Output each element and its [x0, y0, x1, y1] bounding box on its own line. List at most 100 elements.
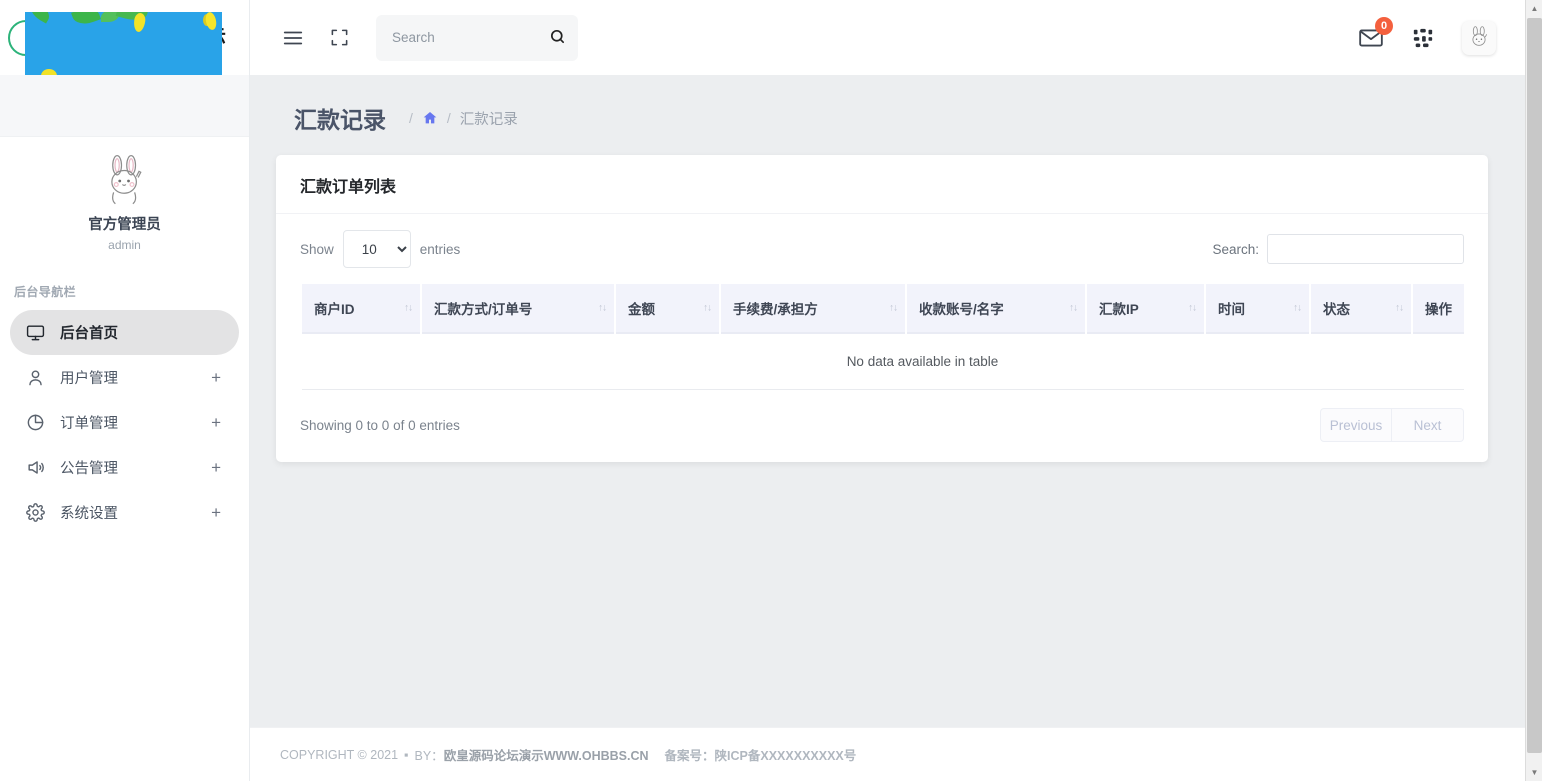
- column-header-remit-method-order-no[interactable]: 汇款方式/订单号 ↑↓: [422, 284, 614, 334]
- page-title: 汇款记录: [294, 101, 386, 135]
- sidebar-item-label: 公告管理: [60, 457, 118, 478]
- column-header-amount[interactable]: 金额 ↑↓: [616, 284, 719, 334]
- column-label: 时间: [1218, 302, 1245, 317]
- messages-button[interactable]: 0: [1358, 25, 1384, 51]
- search-icon[interactable]: [549, 28, 566, 50]
- monitor-icon: [24, 322, 46, 344]
- scroll-up-arrow-icon[interactable]: ▲: [1526, 0, 1542, 17]
- sidebar-nav: 后台首页 用户管理 + 订单管理 +: [0, 310, 249, 535]
- page-footer: COPYRIGHT © 2021 ▪ BY： 欧皇源码论坛演示WWW.OHBBS…: [250, 727, 1542, 781]
- leaf-decor: [204, 12, 218, 31]
- brand-header[interactable]: 示: [0, 0, 249, 75]
- expand-plus-icon[interactable]: +: [211, 504, 221, 521]
- page-scrollbar[interactable]: ▲ ▼: [1525, 0, 1542, 781]
- pagination-previous[interactable]: Previous: [1320, 408, 1392, 442]
- table-header-row: 商户ID ↑↓ 汇款方式/订单号 ↑↓ 金额 ↑: [302, 284, 1464, 334]
- column-header-remit-ip[interactable]: 汇款IP ↑↓: [1087, 284, 1204, 334]
- sort-icon: ↑↓: [1069, 303, 1077, 314]
- sidebar-user-name: 官方管理员: [0, 215, 249, 235]
- remittance-orders-table: 商户ID ↑↓ 汇款方式/订单号 ↑↓ 金额 ↑: [300, 284, 1464, 390]
- card-title: 汇款订单列表: [300, 173, 1464, 197]
- sidebar-item-label: 系统设置: [60, 502, 118, 523]
- column-header-fee-bearer[interactable]: 手续费/承担方 ↑↓: [721, 284, 905, 334]
- sidebar-item-label: 订单管理: [60, 412, 118, 433]
- column-header-status[interactable]: 状态 ↑↓: [1311, 284, 1411, 334]
- scroll-down-arrow-icon[interactable]: ▼: [1526, 764, 1542, 781]
- sidebar-item-order-management[interactable]: 订单管理 +: [10, 400, 239, 445]
- topbar: 0: [250, 0, 1542, 75]
- column-label: 商户ID: [314, 302, 355, 317]
- column-label: 汇款IP: [1099, 302, 1139, 317]
- expand-plus-icon[interactable]: +: [211, 459, 221, 476]
- hamburger-icon[interactable]: [276, 21, 310, 55]
- sidebar-item-user-management[interactable]: 用户管理 +: [10, 355, 239, 400]
- sidebar-user-block: 官方管理员 admin: [0, 137, 249, 265]
- expand-plus-icon[interactable]: +: [211, 414, 221, 431]
- datatable-search-input[interactable]: [1267, 234, 1464, 264]
- user-icon: [24, 367, 46, 389]
- leaf-decor: [27, 12, 53, 24]
- column-label: 汇款方式/订单号: [434, 302, 532, 317]
- scrollbar-thumb[interactable]: [1527, 18, 1542, 753]
- sort-icon: ↑↓: [598, 303, 606, 314]
- expand-plus-icon[interactable]: +: [211, 369, 221, 386]
- empty-message: No data available in table: [302, 334, 1464, 390]
- profile-strip: [0, 75, 249, 137]
- app-root: 示: [0, 0, 1542, 781]
- card-body: Show 10 25 50 100 entries Search:: [276, 214, 1488, 462]
- megaphone-icon: [24, 457, 46, 479]
- leaf-decor: [41, 69, 57, 75]
- home-icon[interactable]: [422, 110, 438, 126]
- table-scroll-wrap: 商户ID ↑↓ 汇款方式/订单号 ↑↓ 金额 ↑: [300, 284, 1464, 390]
- column-label: 手续费/承担方: [733, 302, 818, 317]
- sort-icon: ↑↓: [889, 303, 897, 314]
- content-area: 汇款记录 / / 汇款记录 汇款订单列表 Show: [250, 75, 1542, 727]
- user-avatar-button[interactable]: [1462, 21, 1496, 55]
- column-label: 操作: [1425, 302, 1452, 317]
- column-header-actions[interactable]: 操作 ↑↓: [1413, 284, 1464, 334]
- sidebar-item-label: 后台首页: [60, 322, 118, 343]
- topbar-search[interactable]: [376, 15, 578, 61]
- table-empty-row: No data available in table: [302, 334, 1464, 390]
- page-length-select[interactable]: 10 25 50 100: [343, 230, 411, 268]
- datatable-footer: Showing 0 to 0 of 0 entries Previous Nex…: [300, 408, 1464, 442]
- apps-grid-icon[interactable]: [1406, 21, 1440, 55]
- table-body: No data available in table: [302, 334, 1464, 390]
- sort-icon: ↑↓: [703, 303, 711, 314]
- sidebar: 示: [0, 0, 250, 781]
- entries-label: entries: [420, 242, 461, 257]
- sidebar-user-role: admin: [0, 235, 249, 255]
- column-header-time[interactable]: 时间 ↑↓: [1206, 284, 1309, 334]
- card-header: 汇款订单列表: [276, 155, 1488, 214]
- sidebar-item-dashboard[interactable]: 后台首页: [10, 310, 239, 355]
- leaf-decor: [71, 12, 101, 28]
- column-header-payee-account-name[interactable]: 收款账号/名字 ↑↓: [907, 284, 1085, 334]
- sidebar-item-announcement-management[interactable]: 公告管理 +: [10, 445, 239, 490]
- breadcrumb-current: 汇款记录: [460, 108, 518, 129]
- footer-by-link[interactable]: 欧皇源码论坛演示WWW.OHBBS.CN: [444, 745, 649, 764]
- datatable-controls: Show 10 25 50 100 entries Search:: [300, 230, 1464, 268]
- remittance-order-card: 汇款订单列表 Show 10 25 50 100 entries: [276, 155, 1488, 462]
- sort-icon: ↑↓: [1293, 303, 1301, 314]
- table-head: 商户ID ↑↓ 汇款方式/订单号 ↑↓ 金额 ↑: [302, 284, 1464, 334]
- footer-icp: 备案号：陕ICP备XXXXXXXXXX号: [665, 745, 857, 764]
- sort-icon: ↑↓: [1395, 303, 1403, 314]
- rabbit-avatar: [97, 153, 153, 209]
- datatable-info: Showing 0 to 0 of 0 entries: [300, 418, 460, 433]
- page-header: 汇款记录 / / 汇款记录: [276, 75, 1516, 155]
- column-header-merchant-id[interactable]: 商户ID ↑↓: [302, 284, 420, 334]
- search-input[interactable]: [390, 29, 540, 46]
- footer-dot: ▪: [404, 748, 408, 762]
- fullscreen-icon[interactable]: [322, 21, 356, 55]
- sort-icon: ↑↓: [1188, 303, 1196, 314]
- pagination-next[interactable]: Next: [1392, 408, 1464, 442]
- footer-by-prefix: BY：: [415, 745, 444, 764]
- sort-icon: ↑↓: [404, 303, 412, 314]
- show-label: Show: [300, 242, 334, 257]
- gear-icon: [24, 502, 46, 524]
- message-count-badge: 0: [1375, 17, 1393, 35]
- main-region: 0: [250, 0, 1542, 781]
- rabbit-avatar: [1466, 25, 1492, 51]
- sidebar-item-label: 用户管理: [60, 367, 118, 388]
- sidebar-item-system-settings[interactable]: 系统设置 +: [10, 490, 239, 535]
